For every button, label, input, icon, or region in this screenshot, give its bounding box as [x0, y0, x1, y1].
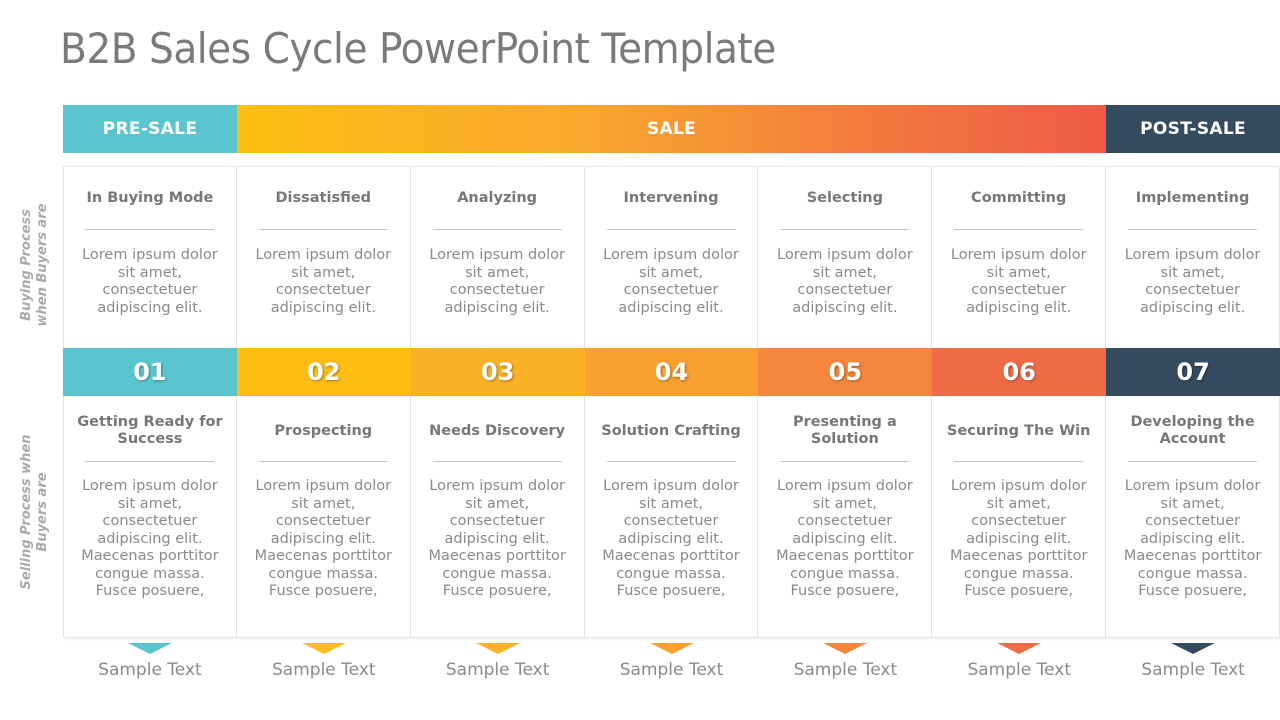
sample-text: Sample Text: [445, 660, 550, 680]
sample-item: Sample Text: [758, 643, 932, 680]
step-number: 02: [236, 348, 411, 396]
card-divider: [85, 461, 215, 462]
selling-card-title: Needs Discovery: [429, 422, 566, 439]
sample-item: Sample Text: [585, 643, 759, 680]
sample-text: Sample Text: [793, 660, 898, 680]
selling-card-body: Lorem ipsum dolor sit amet, consectetuer…: [950, 478, 1088, 599]
buying-card: Dissatisfied Lorem ipsum dolor sit amet, …: [236, 166, 411, 348]
step-number: 03: [410, 348, 585, 396]
buying-card-body: Lorem ipsum dolor sit amet, consectetuer…: [429, 247, 565, 316]
step-number-strip: 01 02 03 04 05 06 07: [63, 348, 1280, 396]
buying-card-title: Committing: [971, 189, 1067, 206]
sample-text: Sample Text: [1141, 660, 1245, 680]
card-divider: [954, 229, 1084, 230]
side-label-selling-process: Selling Process when Buyers are: [19, 434, 50, 590]
sample-text-row: Sample Text Sample Text Sample Text Sample …: [63, 643, 1280, 680]
card-divider: [258, 229, 388, 230]
selling-card-body: Lorem ipsum dolor sit amet, consectetuer…: [1123, 478, 1262, 599]
sample-item: Sample Text: [63, 643, 237, 680]
selling-card-body: Lorem ipsum dolor sit amet, consectetuer…: [428, 478, 566, 599]
step-number: 06: [932, 348, 1107, 396]
buying-card: In Buying Mode Lorem ipsum dolor sit amet…: [63, 166, 237, 348]
selling-card-body: Lorem ipsum dolor sit amet, consectetuer…: [254, 478, 392, 599]
triangle-pointer-icon: [1171, 643, 1216, 654]
buying-card-body: Lorem ipsum dolor sit amet, consectetuer…: [1124, 247, 1261, 316]
side-label-buying-process: Buying Process when Buyers are: [19, 203, 50, 327]
sample-item: Sample Text: [932, 643, 1106, 680]
slide-title: B2B Sales Cycle PowerPoint Template: [60, 24, 776, 73]
selling-card-title: Presenting a Solution: [792, 414, 897, 447]
triangle-pointer-icon: [649, 643, 694, 654]
selling-card-title: Prospecting: [274, 422, 373, 439]
triangle-pointer-icon: [997, 643, 1042, 654]
selling-card: Prospecting Lorem ipsum dolor sit amet, c…: [236, 396, 411, 638]
card-divider: [780, 461, 910, 462]
buying-card-body: Lorem ipsum dolor sit amet, consectetuer…: [777, 247, 913, 316]
phase-post-sale: POST-SALE: [1106, 105, 1280, 153]
sample-item: Sample Text: [411, 643, 585, 680]
card-divider: [432, 229, 562, 230]
phase-pre-sale: PRE-SALE: [63, 105, 237, 153]
triangle-pointer-icon: [475, 643, 520, 654]
selling-card: Securing The Win Lorem ipsum dolor sit am…: [932, 396, 1107, 638]
selling-card-body: Lorem ipsum dolor sit amet, consectetuer…: [776, 478, 914, 599]
buying-card-body: Lorem ipsum dolor sit amet, consectetuer…: [82, 247, 218, 316]
triangle-pointer-icon: [127, 643, 172, 654]
card-divider: [85, 229, 215, 230]
sample-text: Sample Text: [967, 660, 1071, 680]
buying-card-title: Dissatisfied: [275, 189, 372, 206]
selling-card-body: Lorem ipsum dolor sit amet, consectetuer…: [81, 478, 219, 599]
buying-card-body: Lorem ipsum dolor sit amet, consectetuer…: [603, 247, 739, 316]
buying-card: Intervening Lorem ipsum dolor sit amet, c…: [584, 166, 759, 348]
buying-process-row: In Buying Mode Lorem ipsum dolor sit amet…: [63, 166, 1280, 348]
buying-card-title: Selecting: [806, 189, 883, 206]
buying-card: Selecting Lorem ipsum dolor sit amet, con…: [758, 166, 933, 348]
phase-sale: SALE: [237, 105, 1106, 153]
selling-card: Presenting a Solution Lorem ipsum dolor s…: [758, 396, 933, 638]
selling-card: Getting Ready for Success Lorem ipsum dol…: [63, 396, 237, 638]
sample-item: Sample Text: [237, 643, 411, 680]
buying-card-title: Intervening: [623, 189, 719, 206]
process-grid: In Buying Mode Lorem ipsum dolor sit amet…: [63, 166, 1280, 638]
selling-card: Developing the Account Lorem ipsum dolor …: [1106, 396, 1280, 638]
card-divider: [258, 461, 388, 462]
buying-card: Implementing Lorem ipsum dolor sit amet, …: [1106, 166, 1280, 348]
selling-card: Needs Discovery Lorem ipsum dolor sit ame…: [410, 396, 585, 638]
buying-card-title: Implementing: [1135, 189, 1250, 206]
card-divider: [1128, 229, 1258, 230]
card-divider: [954, 461, 1084, 462]
buying-card-title: In Buying Mode: [86, 189, 214, 206]
selling-card-title: Getting Ready for Success: [77, 414, 223, 447]
card-divider: [606, 229, 736, 230]
card-divider: [606, 461, 736, 462]
step-number: 07: [1106, 348, 1280, 396]
step-number: 05: [758, 348, 933, 396]
selling-card: Solution Crafting Lorem ipsum dolor sit a…: [584, 396, 759, 638]
sample-text: Sample Text: [98, 660, 202, 680]
sample-text: Sample Text: [272, 660, 376, 680]
selling-card-title: Developing the Account: [1130, 414, 1255, 447]
step-number: 04: [584, 348, 759, 396]
card-divider: [1128, 461, 1258, 462]
card-divider: [780, 229, 910, 230]
selling-card-title: Securing The Win: [946, 422, 1091, 439]
buying-card-body: Lorem ipsum dolor sit amet, consectetuer…: [950, 247, 1087, 316]
selling-card-title: Solution Crafting: [601, 422, 741, 439]
selling-card-body: Lorem ipsum dolor sit amet, consectetuer…: [602, 478, 740, 599]
step-number: 01: [63, 348, 237, 396]
selling-process-row: Getting Ready for Success Lorem ipsum dol…: [63, 396, 1280, 638]
card-divider: [432, 461, 562, 462]
sample-item: Sample Text: [1106, 643, 1280, 680]
buying-card-body: Lorem ipsum dolor sit amet, consectetuer…: [255, 247, 392, 316]
triangle-pointer-icon: [301, 643, 346, 654]
buying-card: Committing Lorem ipsum dolor sit amet, co…: [932, 166, 1107, 348]
buying-card-title: Analyzing: [457, 189, 538, 206]
sample-text: Sample Text: [619, 660, 724, 680]
triangle-pointer-icon: [823, 643, 868, 654]
phase-bar: PRE-SALE SALE POST-SALE: [63, 105, 1280, 153]
buying-card: Analyzing Lorem ipsum dolor sit amet, con…: [410, 166, 585, 348]
